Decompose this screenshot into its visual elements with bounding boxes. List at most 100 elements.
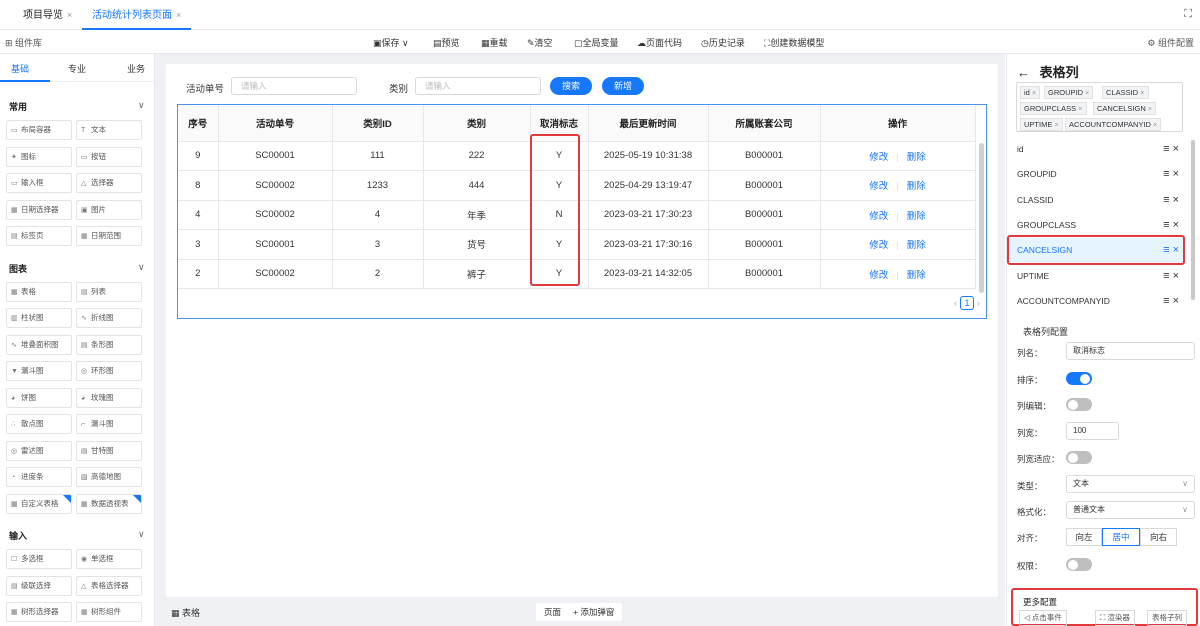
column-chip[interactable]: CANCELSIGN × xyxy=(1093,102,1157,115)
component-item[interactable]: ▼ 漏斗图 xyxy=(6,361,72,381)
delete-link[interactable]: 删除 xyxy=(907,240,926,251)
close-icon[interactable]: × xyxy=(1170,270,1179,282)
component-item[interactable]: ⌐ 漏斗图 xyxy=(76,414,142,434)
close-icon[interactable]: × xyxy=(1032,88,1036,97)
add-popup-button[interactable]: + 添加弹窗 xyxy=(573,607,614,617)
component-item[interactable]: ◕ 玫瑰图 xyxy=(76,387,142,408)
component-item[interactable]: ∿ 折线图 xyxy=(76,308,142,328)
table-scrollbar[interactable] xyxy=(979,143,984,293)
create-model-button[interactable]: ⛶创建数据模型 xyxy=(764,36,824,49)
close-icon[interactable]: × xyxy=(1085,88,1089,97)
align-right-option[interactable]: 向右 xyxy=(1140,528,1177,546)
component-item[interactable]: ▦ 数据透视表 xyxy=(76,493,142,514)
edit-link[interactable]: 修改 xyxy=(869,181,888,192)
edit-link[interactable]: 修改 xyxy=(869,270,888,281)
close-icon[interactable]: × xyxy=(1170,219,1179,231)
close-icon[interactable]: × xyxy=(1170,168,1179,180)
clear-button[interactable]: ✎清空 xyxy=(527,36,553,49)
search-button[interactable]: 搜索 xyxy=(550,77,592,95)
global-vars-button[interactable]: ▢全局变量 xyxy=(574,36,619,49)
close-icon[interactable]: × xyxy=(1170,143,1179,155)
tab-business[interactable]: 业务 xyxy=(127,62,145,75)
component-config-button[interactable]: ⚙ 组件配置 xyxy=(1147,36,1194,49)
type-select[interactable]: 文本 ∨ xyxy=(1066,475,1195,493)
component-item[interactable]: ▦ 树形组件 xyxy=(76,602,142,622)
tab-professional[interactable]: 专业 xyxy=(68,62,86,75)
type-input[interactable]: 请输入 xyxy=(415,77,541,95)
component-item[interactable]: ▭ 布局容器 xyxy=(6,120,72,140)
column-chip[interactable]: CLASSID × xyxy=(1102,86,1149,99)
back-arrow-icon[interactable]: ← xyxy=(1017,65,1034,80)
close-icon[interactable]: × xyxy=(1054,120,1058,129)
next-page-icon[interactable]: › xyxy=(977,298,980,308)
close-icon[interactable]: × xyxy=(1170,194,1179,206)
component-item[interactable]: ▦ 日期选择器 xyxy=(6,199,72,220)
page-number[interactable]: 1 xyxy=(960,296,974,310)
edit-toggle[interactable] xyxy=(1066,398,1092,411)
delete-link[interactable]: 删除 xyxy=(907,181,926,192)
column-chip[interactable]: ACCOUNTCOMPANYID × xyxy=(1065,118,1162,131)
tab-basic[interactable]: 基础 xyxy=(11,62,29,75)
column-chip[interactable]: UPTIME × xyxy=(1020,118,1063,131)
component-item[interactable]: ∴ 散点图 xyxy=(6,414,72,434)
prev-page-icon[interactable]: ‹ xyxy=(954,298,957,308)
delete-link[interactable]: 删除 xyxy=(907,211,926,222)
component-item[interactable]: △ 表格选择器 xyxy=(76,575,142,596)
column-list-item[interactable]: GROUPID ≡ × xyxy=(1007,162,1185,187)
column-chip[interactable]: id × xyxy=(1020,86,1041,99)
chevron-down-icon[interactable]: ∨ xyxy=(138,262,145,273)
column-list-scrollbar[interactable] xyxy=(1191,140,1195,300)
component-item[interactable]: △ 选择器 xyxy=(76,173,142,193)
component-item[interactable]: ▥ 柱状图 xyxy=(6,308,72,328)
history-button[interactable]: ◷历史记录 xyxy=(701,36,745,49)
edit-link[interactable]: 修改 xyxy=(869,240,888,251)
component-item[interactable]: ◉ 单选框 xyxy=(76,549,142,569)
component-item[interactable]: ▤ 级联选择 xyxy=(6,575,72,596)
close-icon[interactable]: × xyxy=(1148,104,1152,113)
align-left-option[interactable]: 向左 xyxy=(1066,528,1102,546)
align-center-option[interactable]: 居中 xyxy=(1102,528,1140,546)
component-item[interactable]: ▤ 条形图 xyxy=(76,334,142,355)
format-select[interactable]: 普通文本 ∨ xyxy=(1066,501,1195,519)
fullscreen-icon[interactable]: ⛶ xyxy=(1184,8,1192,21)
section-title[interactable]: 图表 xyxy=(9,262,27,275)
close-icon[interactable]: × xyxy=(1140,88,1144,97)
close-icon[interactable]: × xyxy=(1078,104,1082,113)
component-item[interactable]: ◕ 饼图 xyxy=(6,387,72,408)
component-item[interactable]: ◎ 雷达图 xyxy=(6,440,72,461)
page-tab[interactable]: 页面 xyxy=(544,607,561,617)
component-item[interactable]: ▦ 日期范围 xyxy=(76,226,142,246)
component-item[interactable]: ▤ 列表 xyxy=(76,281,142,302)
sub-columns-button[interactable]: 表格子列 xyxy=(1147,610,1187,626)
component-item[interactable]: ▦ 自定义表格 xyxy=(6,493,72,514)
component-item[interactable]: ∿ 堆叠面积图 xyxy=(6,334,72,355)
width-input[interactable]: 100 xyxy=(1066,422,1119,440)
reload-button[interactable]: ▦重载 xyxy=(481,36,508,49)
column-list-item[interactable]: UPTIME ≡ × xyxy=(1007,264,1185,289)
component-item[interactable]: ◎ 环形图 xyxy=(76,361,142,381)
column-list-item[interactable]: CLASSID ≡ × xyxy=(1007,188,1185,213)
add-button[interactable]: 新增 xyxy=(602,77,644,95)
section-title[interactable]: 输入 xyxy=(9,529,27,542)
close-icon[interactable]: × xyxy=(1153,120,1157,129)
perm-toggle[interactable] xyxy=(1066,558,1092,571)
column-list-item[interactable]: id ≡ × xyxy=(1007,137,1185,162)
click-event-button[interactable]: ◁ 点击事件 xyxy=(1019,610,1067,626)
tab-activity-list[interactable]: 活动统计列表页面 × xyxy=(82,0,192,30)
sort-toggle[interactable] xyxy=(1066,372,1092,385)
component-item[interactable]: ▤ 标签页 xyxy=(6,226,72,246)
chevron-down-icon[interactable]: ∨ xyxy=(138,529,145,540)
edit-link[interactable]: 修改 xyxy=(869,152,888,163)
renderer-button[interactable]: ⛶ 渲染器 xyxy=(1095,610,1135,626)
component-item[interactable]: ▧ 高德地图 xyxy=(76,467,142,487)
column-chip[interactable]: GROUPID × xyxy=(1044,86,1094,99)
preview-button[interactable]: ▤预览 xyxy=(433,36,460,49)
component-item[interactable]: T 文本 xyxy=(76,120,142,140)
component-item[interactable]: ▦ 表格 xyxy=(6,281,72,302)
close-icon[interactable]: × xyxy=(176,10,181,20)
component-item[interactable]: ▣ 图片 xyxy=(76,199,142,220)
edit-link[interactable]: 修改 xyxy=(869,211,888,222)
component-item[interactable]: ◔ 进度条 xyxy=(6,467,72,487)
adapt-toggle[interactable] xyxy=(1066,451,1092,464)
component-library-toggle[interactable]: ⊞ 组件库 xyxy=(5,36,42,49)
